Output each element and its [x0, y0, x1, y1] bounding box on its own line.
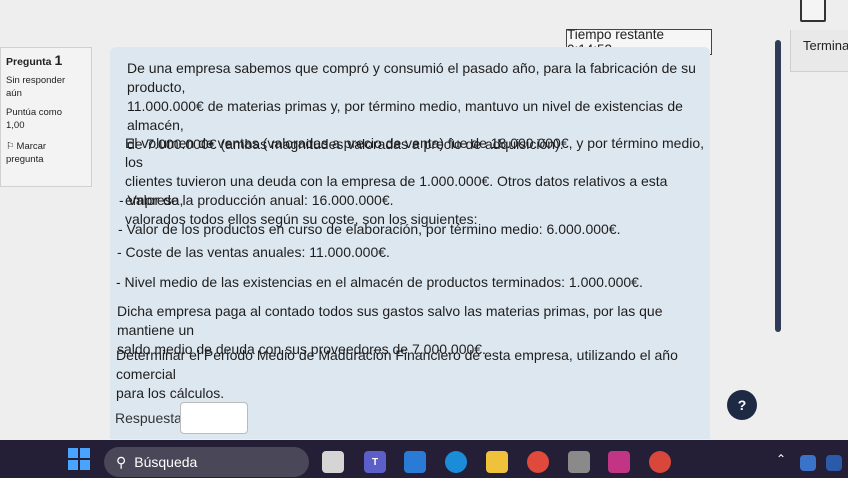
- search-icon: ⚲: [116, 453, 127, 470]
- teams-icon[interactable]: T: [364, 451, 386, 473]
- folder-icon[interactable]: [486, 451, 508, 473]
- chrome-alt-icon[interactable]: [649, 451, 671, 473]
- question-text: De una empresa sabemos que compró y cons…: [110, 47, 710, 439]
- question-score: Puntúa como 1,00: [6, 107, 62, 131]
- files-icon[interactable]: [322, 451, 344, 473]
- scrollbar[interactable]: [775, 40, 781, 332]
- list-item: - Coste de las ventas anuales: 11.000.00…: [117, 244, 390, 260]
- list-item: - Nivel medio de las existencias en el a…: [116, 274, 643, 290]
- app-icon[interactable]: [404, 451, 426, 473]
- edge-icon[interactable]: [445, 451, 467, 473]
- store-icon[interactable]: [568, 451, 590, 473]
- list-item: - Valor de la producción anual: 16.000.0…: [119, 192, 394, 208]
- chevron-up-icon[interactable]: ⌃: [776, 452, 786, 466]
- question-paragraph-4: Determinar el Período Medio de Maduració…: [116, 347, 678, 401]
- navigation-panel-icon[interactable]: [800, 0, 826, 22]
- question-paragraph-2: El volumen de ventas (valoradas a precio…: [125, 135, 705, 227]
- answer-label: Respuesta:: [115, 410, 186, 426]
- taskbar-search[interactable]: ⚲ Búsqueda: [104, 447, 309, 477]
- finish-label: Terminar: [803, 38, 848, 53]
- tray-app-icon[interactable]: [800, 455, 816, 471]
- question-number: Pregunta 1: [6, 52, 63, 68]
- windows-start-icon[interactable]: [68, 448, 90, 470]
- question-status: Sin responder aún: [6, 75, 66, 99]
- flag-question-link[interactable]: ⚐ Marcar pregunta: [6, 140, 91, 166]
- flag-icon: ⚐: [6, 141, 15, 152]
- finish-attempt-tab[interactable]: Terminar: [790, 30, 848, 72]
- help-button[interactable]: ?: [727, 390, 757, 420]
- question-info: Pregunta 1 Sin responder aún Puntúa como…: [0, 47, 92, 187]
- list-item: - Valor de los productos en curso de ela…: [118, 221, 621, 237]
- shield-icon[interactable]: [826, 455, 842, 471]
- instagram-icon[interactable]: [608, 451, 630, 473]
- chrome-icon[interactable]: [527, 451, 549, 473]
- search-label: Búsqueda: [134, 454, 198, 470]
- answer-input[interactable]: [180, 402, 248, 434]
